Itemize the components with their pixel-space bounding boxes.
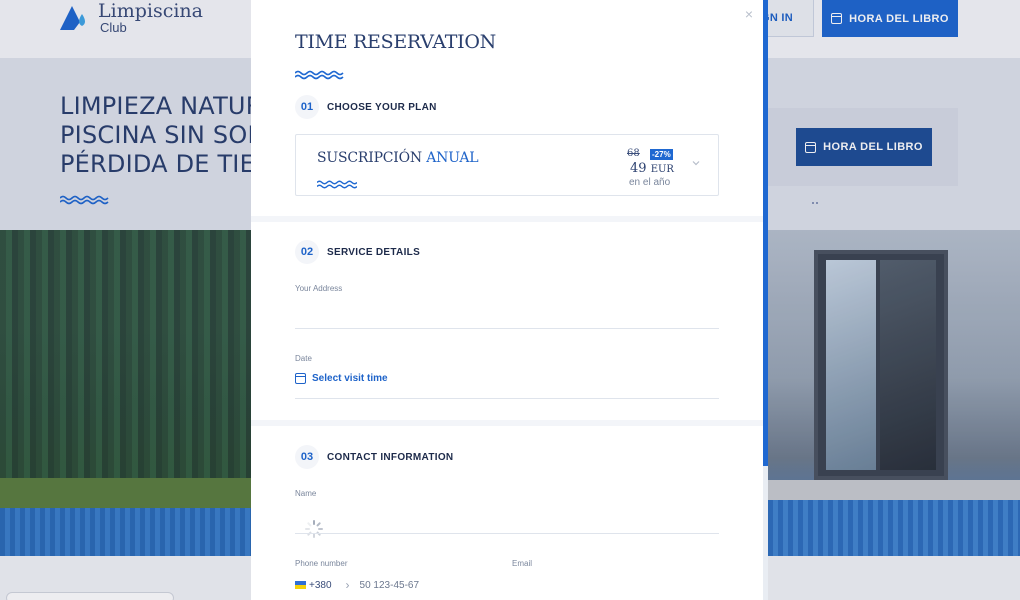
close-icon[interactable]: ×	[745, 6, 753, 22]
section-divider	[251, 420, 763, 426]
phone-label: Phone number	[295, 559, 348, 568]
plan-name-accent: ANUAL	[426, 150, 479, 166]
date-label: Date	[295, 354, 312, 363]
name-label: Name	[295, 489, 317, 498]
step-choose-plan: 01 CHOOSE YOUR PLAN	[295, 95, 437, 119]
step-service-details: 02 SERVICE DETAILS	[295, 240, 420, 264]
step-number: 01	[295, 95, 319, 119]
price-currency: EUR	[650, 164, 674, 175]
phone-field: +380 ›	[295, 578, 480, 592]
plan-name: SUSCRIPCIÓN ANUAL	[317, 150, 479, 166]
ukraine-flag-icon	[295, 581, 306, 589]
section-divider	[251, 216, 763, 222]
calendar-icon	[295, 373, 306, 384]
current-price: 49 EUR	[630, 161, 674, 176]
step-title: CONTACT INFORMATION	[327, 451, 454, 463]
price-period: en el año	[629, 177, 671, 188]
email-label: Email	[512, 559, 533, 568]
time-reservation-modal: × TIME RESERVATION 01 CHOOSE YOUR PLAN S…	[251, 0, 763, 600]
scrollbar-thumb[interactable]	[763, 0, 768, 466]
phone-country-code[interactable]: +380	[309, 580, 332, 591]
price-value: 49	[630, 161, 647, 176]
waves-decoration-icon	[316, 176, 358, 194]
step-number: 02	[295, 240, 319, 264]
address-input[interactable]	[295, 328, 719, 329]
discount-badge: -27%	[650, 149, 673, 160]
loading-spinner-icon	[305, 520, 323, 538]
waves-decoration-icon	[294, 67, 345, 85]
step-title: CHOOSE YOUR PLAN	[327, 101, 437, 113]
date-field-underline	[295, 398, 719, 399]
phone-input[interactable]	[359, 579, 480, 591]
chevron-right-icon: ›	[345, 578, 350, 592]
step-contact-information: 03 CONTACT INFORMATION	[295, 445, 453, 469]
address-label: Your Address	[295, 284, 343, 293]
select-visit-time-link[interactable]: Select visit time	[295, 373, 388, 384]
step-number: 03	[295, 445, 319, 469]
modal-scrollbar[interactable]	[763, 0, 768, 600]
chevron-down-icon[interactable]	[692, 159, 700, 168]
step-title: SERVICE DETAILS	[327, 246, 421, 258]
plan-select-annual[interactable]: SUSCRIPCIÓN ANUAL 68 -27% 49 EUR en el a…	[295, 134, 719, 196]
modal-title: TIME RESERVATION	[295, 31, 496, 53]
select-visit-time-label: Select visit time	[312, 373, 388, 384]
plan-name-prefix: SUSCRIPCIÓN	[317, 150, 422, 166]
name-input[interactable]	[295, 533, 719, 534]
old-price: 68	[627, 148, 640, 159]
